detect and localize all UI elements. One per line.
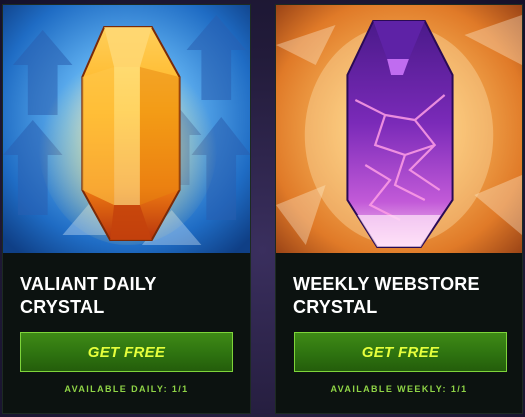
get-free-button-label: GET FREE (87, 343, 166, 361)
offer-title: WEEKLY WEBSTORE CRYSTAL (293, 274, 480, 317)
offer-card-valiant-daily: VALIANT DAILY CRYSTAL GET FREE AVAILABLE… (2, 4, 251, 414)
get-free-button-label: GET FREE (361, 343, 440, 361)
void-crystal-icon (276, 5, 522, 253)
offer-art (276, 5, 522, 253)
get-free-button[interactable]: GET FREE (20, 332, 233, 372)
offer-title: VALIANT DAILY CRYSTAL (20, 274, 157, 317)
get-free-button[interactable]: GET FREE (294, 332, 507, 372)
amber-crystal-icon (3, 5, 250, 253)
availability-text: AVAILABLE DAILY: 1/1 (64, 384, 189, 394)
availability-text: AVAILABLE WEEKLY: 1/1 (330, 384, 468, 394)
offer-card-weekly-webstore: WEEKLY WEBSTORE CRYSTAL GET FREE AVAILAB… (275, 4, 523, 414)
offer-art (3, 5, 250, 253)
